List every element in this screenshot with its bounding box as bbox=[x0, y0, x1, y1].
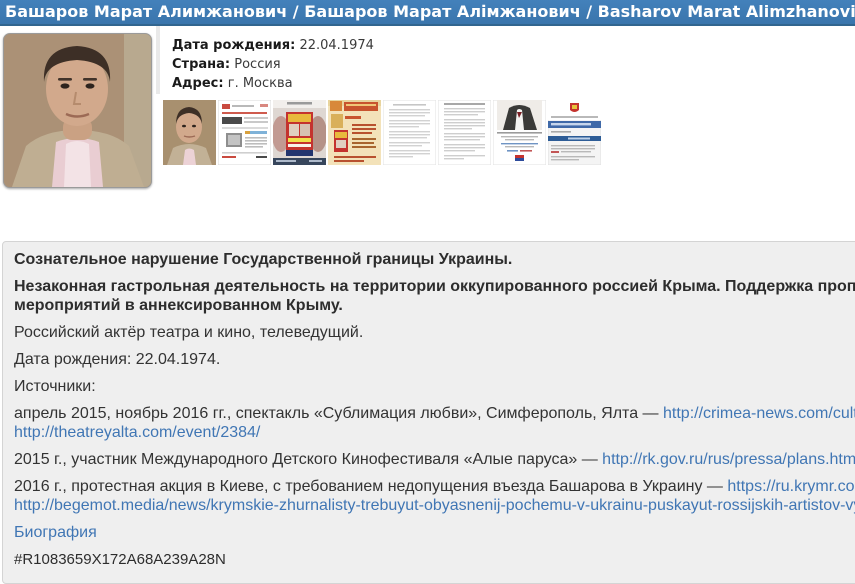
source-2-link[interactable]: http://rk.gov.ru/rus/pressa/plans.htm/ar… bbox=[602, 451, 855, 468]
evidence-thumbnail-4[interactable] bbox=[328, 100, 381, 165]
field-value: Россия bbox=[234, 57, 280, 72]
source-1-text: апрель 2015, ноябрь 2016 гг., спектакль … bbox=[14, 405, 663, 422]
field-label: Страна: bbox=[172, 57, 230, 72]
field-label: Дата рождения: bbox=[172, 38, 295, 53]
biography-row: Биография bbox=[14, 523, 855, 542]
info-field-address: Адрес: г. Москва bbox=[172, 74, 855, 93]
info-field-birthdate: Дата рождения: 22.04.1974 bbox=[172, 36, 855, 55]
evidence-thumbnail-1[interactable] bbox=[163, 100, 216, 165]
record-id: #R1083659X172A68A239A28N bbox=[14, 550, 855, 569]
source-3-text: 2016 г., протестная акция в Киеве, с тре… bbox=[14, 478, 727, 495]
biography-link[interactable]: Биография bbox=[14, 524, 97, 541]
source-3-link-2[interactable]: http://begemot.media/news/krymskie-zhurn… bbox=[14, 497, 855, 514]
evidence-thumbnail-7[interactable] bbox=[493, 100, 546, 165]
accusation-details-line2: мероприятий в аннексированном Крыму. bbox=[14, 296, 855, 315]
evidence-thumbnail-8[interactable] bbox=[548, 100, 601, 165]
portrait-photo-image bbox=[4, 34, 151, 187]
source-entry-3: 2016 г., протестная акция в Киеве, с тре… bbox=[14, 477, 855, 496]
profile-section: Дата рождения: 22.04.1974 Страна: Россия… bbox=[0, 26, 855, 203]
birth-date-line: Дата рождения: 22.04.1974. bbox=[14, 350, 855, 369]
source-2-text: 2015 г., участник Международного Детског… bbox=[14, 451, 602, 468]
evidence-thumbnail-3[interactable] bbox=[273, 100, 326, 165]
accusation-details-line1: Незаконная гастрольная деятельность на т… bbox=[14, 277, 855, 296]
source-1-link[interactable]: http://crimea-news.com/culture/2015 bbox=[663, 405, 855, 422]
person-name-title: Башаров Марат Алимжанович / Башаров Мара… bbox=[5, 2, 855, 21]
field-value: 22.04.1974 bbox=[299, 38, 373, 53]
field-value: г. Москва bbox=[228, 76, 293, 91]
sources-label: Источники: bbox=[14, 377, 855, 396]
accusation-heading: Сознательное нарушение Государственной г… bbox=[14, 250, 855, 269]
evidence-thumbnail-6[interactable] bbox=[438, 100, 491, 165]
source-entry-2: 2015 г., участник Международного Детског… bbox=[14, 450, 855, 469]
evidence-thumbnail-5[interactable] bbox=[383, 100, 436, 165]
personal-info-block: Дата рождения: 22.04.1974 Страна: Россия… bbox=[156, 26, 855, 94]
person-description: Российский актёр театра и кино, телеведу… bbox=[14, 323, 855, 342]
source-3-link[interactable]: https://ru.krymr.com/a/news bbox=[727, 478, 855, 495]
source-entry-3-continued: http://begemot.media/news/krymskie-zhurn… bbox=[14, 496, 855, 515]
field-label: Адрес: bbox=[172, 76, 224, 91]
evidence-thumbnails bbox=[163, 100, 601, 165]
info-field-country: Страна: Россия bbox=[172, 55, 855, 74]
dossier-panel: Сознательное нарушение Государственной г… bbox=[2, 241, 855, 584]
source-1-link-2[interactable]: http://theatreyalta.com/event/2384/ bbox=[14, 424, 260, 441]
person-name-header: Башаров Марат Алимжанович / Башаров Мара… bbox=[0, 0, 855, 26]
profile-photo[interactable] bbox=[3, 33, 152, 188]
evidence-thumbnail-2[interactable] bbox=[218, 100, 271, 165]
source-entry-1-continued: http://theatreyalta.com/event/2384/ bbox=[14, 423, 855, 442]
source-entry-1: апрель 2015, ноябрь 2016 гг., спектакль … bbox=[14, 404, 855, 423]
